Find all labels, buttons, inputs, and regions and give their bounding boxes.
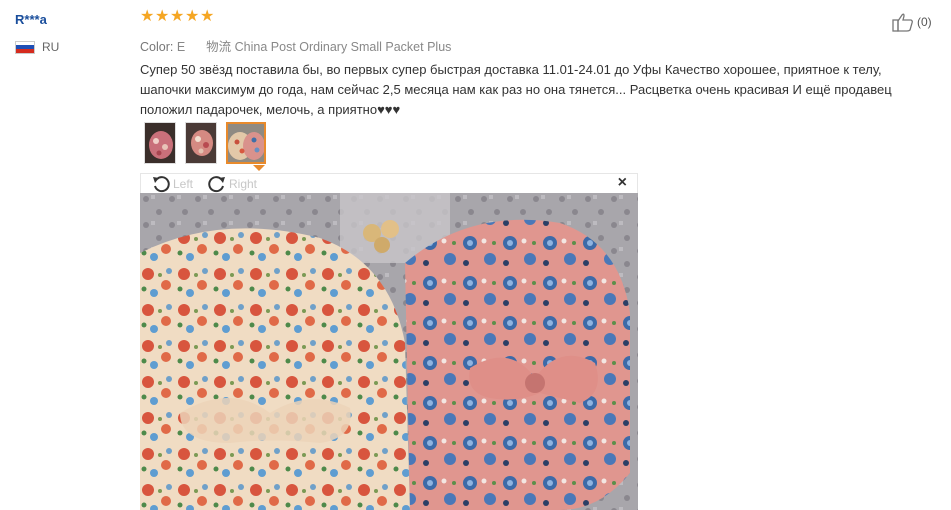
star-icon: ★ (170, 8, 185, 25)
color-value: E (176, 40, 186, 54)
star-icon: ★ (140, 8, 155, 25)
image-viewer-toolbar: Left Right × (140, 173, 638, 193)
star-icon: ★ (200, 8, 215, 25)
helpful-button[interactable]: (0) (892, 12, 932, 32)
photo-thumbnails (144, 122, 266, 164)
photo-thumbnail[interactable] (144, 122, 176, 164)
shipping-value: China Post Ordinary Small Packet Plus (234, 40, 452, 54)
order-info: Color: E 物流 China Post Ordinary Small Pa… (140, 36, 451, 55)
country-code: RU (42, 40, 60, 54)
reviewer-country: RU (15, 40, 59, 54)
shipping-label: 物流 (206, 40, 232, 54)
thumbs-up-icon (892, 13, 913, 32)
close-viewer-button[interactable]: × (618, 174, 627, 192)
review-photo (140, 193, 638, 510)
rotate-right-label: Right (229, 177, 258, 191)
star-icon: ★ (185, 8, 200, 25)
color-label: Color: (140, 40, 174, 54)
active-thumbnail-indicator (253, 165, 265, 171)
rotate-left-label: Left (173, 177, 194, 191)
photo-thumbnail-active[interactable] (226, 122, 266, 164)
star-icon: ★ (155, 8, 170, 25)
helpful-count: (0) (917, 15, 932, 29)
rotate-right-icon (208, 176, 225, 193)
review-photo-image (140, 193, 638, 510)
russia-flag-icon (15, 40, 35, 54)
rotate-left-button[interactable]: Left (151, 175, 193, 193)
review-text: Супер 50 звёзд поставила бы, во первых с… (140, 62, 892, 117)
rotate-right-button[interactable]: Right (207, 175, 257, 193)
star-rating: ★ ★ ★ ★ ★ (140, 8, 215, 25)
rotate-left-icon (153, 176, 170, 193)
photo-thumbnail[interactable] (185, 122, 217, 164)
reviewer-name[interactable]: R***a (15, 12, 47, 27)
